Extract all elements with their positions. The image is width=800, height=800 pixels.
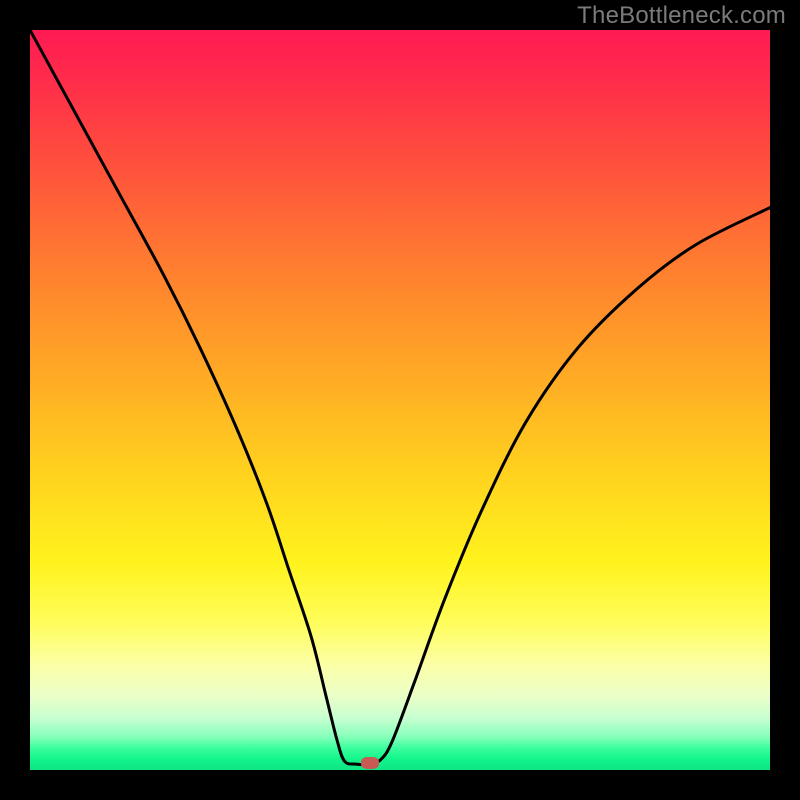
bottleneck-curve [30,30,770,770]
chart-frame: TheBottleneck.com [0,0,800,800]
plot-area [30,30,770,770]
optimum-marker [361,757,379,769]
watermark-text: TheBottleneck.com [577,2,786,30]
